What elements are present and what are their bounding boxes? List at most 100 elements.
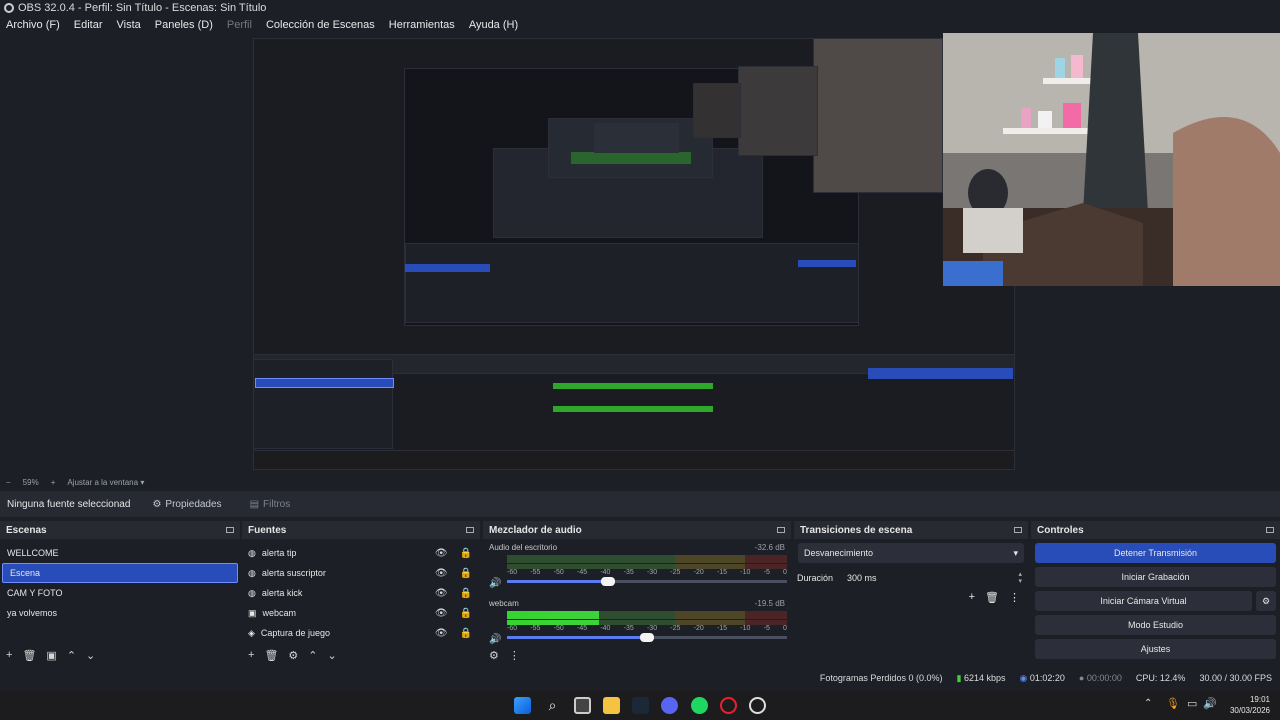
volume-slider[interactable]: [507, 577, 787, 586]
tick-label: -50: [553, 625, 564, 632]
stream-time: 01:02:20: [1029, 672, 1065, 683]
move-down-icon[interactable]: ⌄: [328, 649, 337, 662]
menu-perfil[interactable]: Perfil: [227, 19, 252, 31]
network-icon[interactable]: ▭: [1187, 697, 1197, 710]
search-icon[interactable]: ⌕: [544, 697, 561, 714]
lock-icon[interactable]: 🔒: [460, 628, 472, 639]
menu-coleccion-escenas[interactable]: Colección de Escenas: [266, 19, 375, 31]
source-item[interactable]: ◍ alerta suscriptor 👁 🔒: [242, 563, 480, 583]
volume-slider[interactable]: [507, 633, 787, 642]
steam-icon[interactable]: [632, 697, 649, 714]
add-scene-icon[interactable]: +: [6, 649, 12, 661]
fps-status: 30.00 / 30.00 FPS: [1199, 673, 1272, 683]
eye-icon[interactable]: 👁: [435, 568, 448, 579]
microphone-icon[interactable]: 🎙: [1166, 697, 1180, 710]
opera-gx-icon[interactable]: [720, 697, 737, 714]
menu-archivo[interactable]: Archivo (F): [6, 19, 60, 31]
scene-item-wellcome[interactable]: WELLCOME: [0, 543, 240, 563]
kebab-menu-icon[interactable]: ⋮: [1009, 591, 1020, 604]
tick-label: -35: [623, 569, 634, 576]
settings-button[interactable]: Ajustes: [1035, 639, 1276, 659]
eye-icon[interactable]: 👁: [435, 628, 448, 639]
remove-source-icon[interactable]: 🗑: [264, 649, 278, 662]
stop-stream-button[interactable]: Detener Transmisión: [1035, 543, 1276, 563]
zoom-out-button[interactable]: −: [6, 478, 11, 487]
start-virtualcam-button[interactable]: Iniciar Cámara Virtual: [1035, 591, 1252, 611]
sources-dock: Fuentes ◍ alerta tip 👁 🔒 ◍ alerta suscri…: [242, 521, 480, 666]
scenes-title: Escenas: [6, 524, 47, 536]
system-clock[interactable]: 19:01 30/03/2026: [1228, 694, 1270, 716]
undock-icon[interactable]: [1014, 527, 1022, 533]
advanced-audio-icon[interactable]: ⚙: [489, 649, 499, 662]
source-item[interactable]: ◍ alerta tip 👁 🔒: [242, 543, 480, 563]
spotify-icon[interactable]: [691, 697, 708, 714]
eye-icon[interactable]: 👁: [435, 548, 448, 559]
scene-filters-icon[interactable]: ▣: [46, 649, 56, 662]
file-explorer-icon[interactable]: [603, 697, 620, 714]
preview-canvas[interactable]: [253, 38, 1015, 470]
task-view-icon[interactable]: [574, 697, 591, 714]
zoom-fit-select[interactable]: Ajustar a la ventana ▾: [67, 478, 144, 487]
discord-icon[interactable]: [661, 697, 678, 714]
obs-logo-icon: [4, 3, 14, 13]
channel-name: webcam: [489, 599, 519, 608]
scene-item-escena[interactable]: Escena: [2, 563, 238, 583]
tick-label: -60: [507, 625, 518, 632]
obs-taskbar-icon[interactable]: [749, 697, 766, 714]
source-properties-icon[interactable]: ⚙: [288, 649, 298, 662]
zoom-in-button[interactable]: +: [51, 478, 56, 487]
preview-area[interactable]: [0, 33, 1280, 473]
undock-icon[interactable]: [466, 527, 474, 533]
add-transition-icon[interactable]: +: [969, 591, 975, 604]
eye-icon[interactable]: 👁: [435, 608, 448, 619]
menu-ayuda[interactable]: Ayuda (H): [469, 19, 518, 31]
source-item[interactable]: ▣ webcam 👁 🔒: [242, 603, 480, 623]
remove-transition-icon[interactable]: 🗑: [985, 591, 999, 604]
source-item[interactable]: ◈ Captura de juego 👁 🔒: [242, 623, 480, 643]
slider-knob[interactable]: [600, 577, 615, 586]
context-bar: Ninguna fuente seleccionad ⚙ Propiedades…: [0, 491, 1280, 517]
menu-editar[interactable]: Editar: [74, 19, 103, 31]
studio-mode-button[interactable]: Modo Estudio: [1035, 615, 1276, 635]
volume-icon[interactable]: 🔊: [1203, 697, 1217, 710]
scene-item-ya-volvemos[interactable]: ya volvemos: [0, 603, 240, 623]
slider-knob[interactable]: [640, 633, 654, 642]
source-item[interactable]: ◍ alerta kick 👁 🔒: [242, 583, 480, 603]
windows-start-icon[interactable]: [514, 697, 531, 714]
remove-scene-icon[interactable]: 🗑: [22, 649, 36, 662]
channel-db: -19.5 dB: [754, 599, 785, 608]
properties-button[interactable]: ⚙ Propiedades: [146, 496, 227, 513]
tick-label: -55: [530, 569, 541, 576]
speaker-icon[interactable]: 🔊: [489, 578, 501, 589]
add-source-icon[interactable]: +: [248, 649, 254, 661]
undock-icon[interactable]: [226, 527, 234, 533]
menu-vista[interactable]: Vista: [117, 19, 141, 31]
scenes-header: Escenas: [0, 521, 240, 539]
move-up-icon[interactable]: ⌃: [308, 649, 317, 662]
duration-input[interactable]: 300 ms ▴ ▾: [843, 569, 1022, 587]
eye-icon[interactable]: 👁: [435, 588, 448, 599]
menu-herramientas[interactable]: Herramientas: [389, 19, 455, 31]
undock-icon[interactable]: [777, 527, 785, 533]
filters-button[interactable]: ▤ Filtros: [244, 496, 297, 513]
transition-select[interactable]: Desvanecimiento ▾: [798, 543, 1024, 563]
transitions-title: Transiciones de escena: [800, 524, 913, 536]
kebab-menu-icon[interactable]: ⋮: [509, 649, 520, 662]
lock-icon[interactable]: 🔒: [460, 568, 472, 579]
scene-item-cam-y-foto[interactable]: CAM Y FOTO: [0, 583, 240, 603]
virtualcam-settings-gear-icon[interactable]: ⚙: [1256, 591, 1276, 611]
menu-paneles[interactable]: Paneles (D): [155, 19, 213, 31]
volume-meter: [507, 620, 787, 625]
lock-icon[interactable]: 🔒: [460, 588, 472, 599]
move-down-icon[interactable]: ⌄: [86, 649, 95, 662]
tray-overflow-icon[interactable]: ⌃: [1144, 698, 1152, 709]
move-up-icon[interactable]: ⌃: [67, 649, 76, 662]
start-recording-button[interactable]: Iniciar Grabación: [1035, 567, 1276, 587]
spinner-arrows-icon[interactable]: ▴ ▾: [1018, 571, 1022, 585]
tick-label: -10: [740, 625, 751, 632]
tick-label: -25: [670, 569, 681, 576]
undock-icon[interactable]: [1266, 527, 1274, 533]
lock-icon[interactable]: 🔒: [460, 548, 472, 559]
lock-icon[interactable]: 🔒: [460, 608, 472, 619]
gear-icon: ⚙: [152, 498, 162, 510]
